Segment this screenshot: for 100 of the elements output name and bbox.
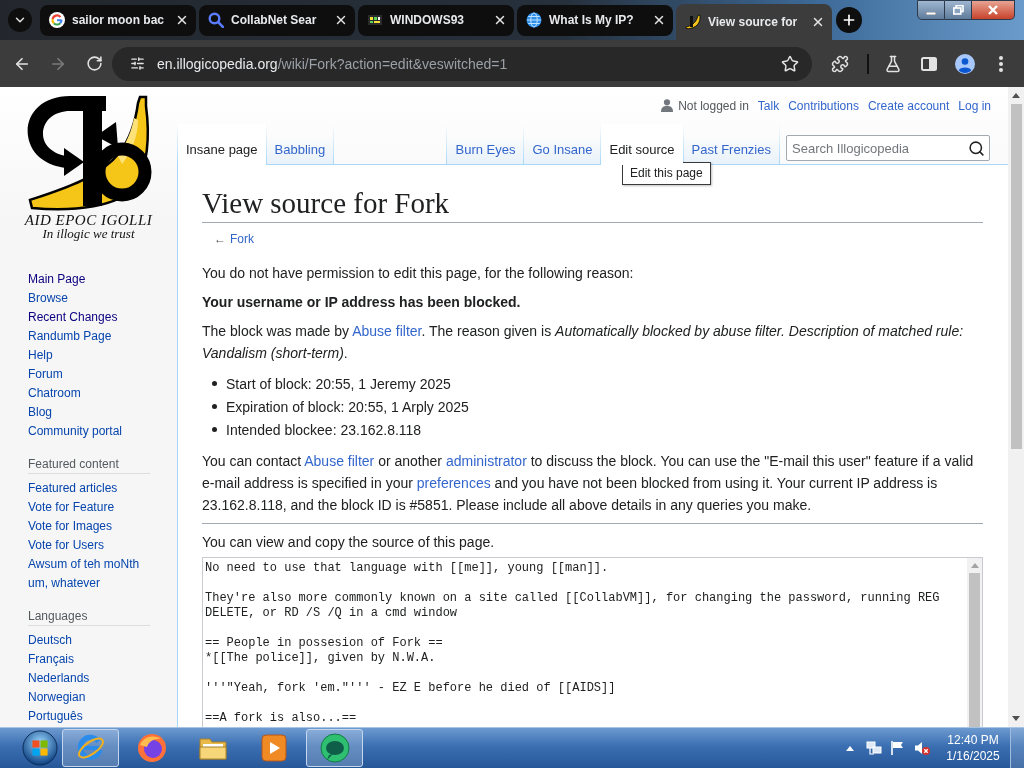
fox-globe-icon xyxy=(136,733,167,763)
block-detail-text: Expiration of block: 20:55, 1 Arply 2025 xyxy=(226,397,469,417)
close-window-button[interactable] xyxy=(972,0,1015,20)
nav-link[interactable]: Vote for Images xyxy=(28,517,113,536)
search-icon xyxy=(967,139,985,157)
close-icon xyxy=(811,15,825,29)
source-line: ==A fork is also...== xyxy=(205,711,357,726)
scrollbar-thumb[interactable] xyxy=(1010,104,1022,449)
nav-link[interactable]: Nederlands xyxy=(28,669,90,688)
star-icon xyxy=(781,54,799,73)
back-arrow: ← xyxy=(214,231,226,247)
browser-tab[interactable]: What Is My IP? xyxy=(517,4,673,36)
scroll-up-icon xyxy=(1012,93,1020,98)
close-icon xyxy=(334,13,348,27)
block-reason-text: The block was made by Abuse filter. The reason given is Automatically blocked by abuse filter. Description of matched rule: Vandalism (short-term). xyxy=(202,322,965,363)
clock-time: 12:40 PM xyxy=(947,732,999,748)
personal-link[interactable]: Contributions xyxy=(788,97,859,114)
clock-date: 1/16/2025 xyxy=(946,748,1000,764)
nav-link[interactable]: Recent Changes xyxy=(28,308,118,327)
new-tab-button[interactable] xyxy=(836,7,862,33)
menu-icon xyxy=(999,55,1003,72)
browser-tab[interactable]: sailor moon bac xyxy=(40,4,196,36)
pixel-icon xyxy=(367,12,383,28)
text-link[interactable]: Abuse filter xyxy=(352,323,422,339)
personal-link[interactable]: Talk xyxy=(757,97,780,114)
text-link[interactable]: administrator xyxy=(445,453,527,469)
nav-link[interactable]: Français xyxy=(28,650,74,669)
avatar-icon xyxy=(955,53,975,74)
source-textarea[interactable] xyxy=(202,557,983,727)
nav-link[interactable]: Featured articles xyxy=(28,479,118,498)
source-line: No need to use that language with [[me]], young [[man]]. xyxy=(205,561,609,576)
nav-link[interactable]: Help xyxy=(28,346,53,365)
search-field[interactable]: Search Illogicopedia xyxy=(786,135,990,161)
source-line: *[[The police]], given by N.W.A. xyxy=(205,651,436,666)
source-line: They're also more commonly known on a site called [[CollabVM]], for changing the password, running REG xyxy=(205,591,940,606)
browser-tab[interactable]: CollabNet Sear xyxy=(199,4,355,36)
browser-tab[interactable]: View source for xyxy=(676,4,832,40)
url-text: en.illogicopedia.org/wiki/Fork?action=edit&veswitched=1 xyxy=(157,54,508,73)
flask-icon xyxy=(884,54,902,73)
maximize-button[interactable] xyxy=(945,0,972,20)
nav-link[interactable]: Deutsch xyxy=(28,631,73,650)
bullet-icon xyxy=(212,381,217,386)
source-line: DELETE, or RD /S /Q in a cmd window xyxy=(205,606,458,621)
nav-link[interactable]: Browse xyxy=(28,289,68,308)
triangle-up-icon xyxy=(846,745,854,751)
e-logo-icon xyxy=(75,733,106,763)
magnifier-icon xyxy=(208,12,224,28)
banana-icon xyxy=(685,14,701,30)
nav-link[interactable]: um, whatever xyxy=(28,574,101,593)
permission-text: You do not have permission to edit this page, for the following reason: xyxy=(202,264,635,283)
source-line: == People in possesion of Fork == xyxy=(205,636,443,651)
nav-link[interactable]: Awsum of teh moNth xyxy=(28,555,140,574)
play-icon xyxy=(258,733,289,763)
globe-icon xyxy=(526,12,542,28)
browser-tab[interactable]: WINDOWS93 xyxy=(358,4,514,36)
chat-bubble-icon xyxy=(319,733,350,763)
tab-search-button[interactable] xyxy=(8,8,32,32)
scrollbar-thumb[interactable] xyxy=(969,573,980,727)
page-title: View source for Fork xyxy=(202,186,983,223)
textarea-scrollbar[interactable] xyxy=(967,558,982,727)
speaker-icon xyxy=(914,740,930,756)
search-button[interactable] xyxy=(966,138,986,158)
plus-icon xyxy=(841,12,857,28)
block-detail-text: Intended blockee: 23.162.8.118 xyxy=(226,420,422,440)
tab-title: WINDOWS93 xyxy=(390,12,465,28)
nav-link[interactable]: Randumb Page xyxy=(28,327,112,346)
personal-link[interactable]: Create account xyxy=(867,97,950,114)
network-icon xyxy=(866,740,882,756)
flag-icon xyxy=(890,740,906,756)
restore-icon xyxy=(952,5,964,15)
page-scrollbar[interactable] xyxy=(1008,87,1024,727)
text-link[interactable]: preferences xyxy=(416,475,491,491)
nav-link[interactable]: Blog xyxy=(28,403,53,422)
close-icon xyxy=(988,5,998,15)
back-link[interactable]: Fork xyxy=(230,231,254,247)
tab-title: View source for xyxy=(708,14,799,30)
start-orb-icon xyxy=(22,730,58,766)
address-bar[interactable]: en.illogicopedia.org/wiki/Fork?action=edit&veswitched=1 xyxy=(112,46,812,81)
scroll-up-icon xyxy=(970,563,979,568)
nav-link[interactable]: Norwegian xyxy=(28,688,86,707)
close-icon xyxy=(493,13,507,27)
minimize-button[interactable] xyxy=(917,0,945,20)
nav-link[interactable]: Vote for Feature xyxy=(28,498,115,517)
nav-link[interactable]: Chatroom xyxy=(28,384,81,403)
nav-link[interactable]: Community portal xyxy=(28,422,123,441)
taskbar-app-button[interactable] xyxy=(306,729,363,767)
nav-link[interactable]: Vote for Users xyxy=(28,536,105,555)
nav-link[interactable]: Main Page xyxy=(28,270,86,289)
tab-title: What Is My IP? xyxy=(549,12,635,28)
show-desktop-button[interactable] xyxy=(1010,728,1024,768)
personal-link[interactable]: Log in xyxy=(958,97,991,114)
blocked-notice: Your username or IP address has been blocked. xyxy=(202,293,522,312)
text-link[interactable]: Abuse filter xyxy=(304,453,375,469)
contact-text: You can contact Abuse filter or another administrator to discuss the block. You can use the "E-mail this user" feature if a valid e-mail address is specified in your preferences and you have not been blocked from using it. Your current IP address is 23.162.8.118, and the block ID is #5851. Please include all above details in any queries you make. xyxy=(202,452,975,515)
nav-link[interactable]: Forum xyxy=(28,365,63,384)
start-button[interactable] xyxy=(20,728,60,768)
side-panel-icon xyxy=(921,56,937,71)
close-icon xyxy=(175,13,189,27)
nav-link[interactable]: Português xyxy=(28,707,83,726)
g-logo-icon xyxy=(49,12,65,28)
